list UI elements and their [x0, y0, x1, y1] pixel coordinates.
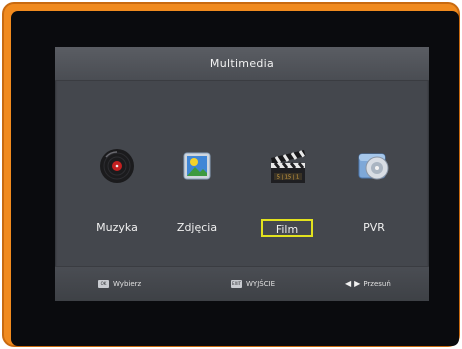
arrow-left-icon: ◀ [345, 279, 352, 288]
photo-icon [183, 152, 211, 180]
tv-bezel-frame: Multimedia Muzyka Zdjęcia 5 | 15 | 1 Fil… [2, 2, 460, 347]
menu-item-zdjecia[interactable]: Zdjęcia [162, 80, 232, 268]
ok-key-icon: OK [98, 280, 109, 288]
exit-hint-label: WYJŚCIE [246, 280, 276, 288]
ok-hint-label: Wybierz [113, 280, 142, 288]
menu-item-label: Muzyka [96, 221, 138, 234]
ok-hint: OK Wybierz [98, 279, 141, 289]
menu-item-label: Film [261, 219, 313, 237]
clapperboard-icon: 5 | 15 | 1 [271, 150, 306, 183]
disc-drive-icon [358, 153, 389, 180]
menu-item-pvr[interactable]: PVR [339, 80, 409, 268]
exit-key-icon: EXIT [231, 280, 242, 288]
exit-hint: EXIT WYJŚCIE [231, 279, 275, 289]
page-title: Multimedia [55, 47, 429, 81]
menu-item-label: PVR [363, 221, 385, 234]
clapper-digits: 5 | 15 | 1 [277, 175, 299, 181]
move-hint-label: Przesuń [363, 280, 391, 288]
vinyl-record-icon [100, 149, 134, 183]
footer-hints: OK Wybierz EXIT WYJŚCIE ◀ ▶ Przesuń [55, 266, 429, 301]
menu-item-film[interactable]: 5 | 15 | 1 Film [253, 80, 323, 268]
multimedia-menu: Multimedia Muzyka Zdjęcia 5 | 15 | 1 Fil… [55, 47, 429, 301]
menu-items: Muzyka Zdjęcia 5 | 15 | 1 Film PVR [55, 80, 429, 268]
menu-item-muzyka[interactable]: Muzyka [82, 80, 152, 268]
move-hint: ◀ ▶ Przesuń [345, 279, 391, 289]
tv-screen-area: Multimedia Muzyka Zdjęcia 5 | 15 | 1 Fil… [11, 11, 459, 346]
menu-item-label: Zdjęcia [176, 221, 218, 234]
arrow-right-icon: ▶ [354, 279, 361, 288]
